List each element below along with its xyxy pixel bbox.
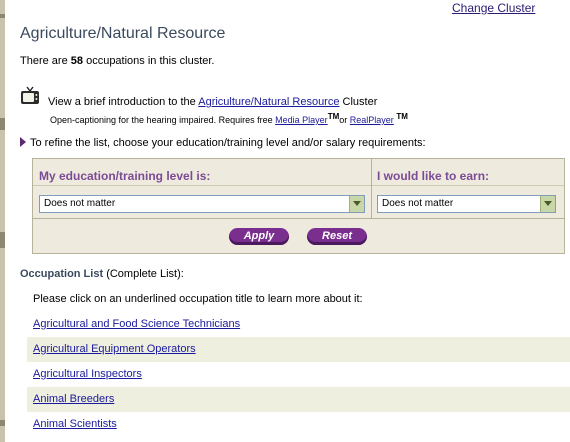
earn-select-value: Does not matter	[382, 198, 454, 209]
intro-line: View a brief introduction to the Agricul…	[48, 96, 377, 108]
trademark: TM	[327, 112, 340, 121]
divider	[33, 185, 564, 186]
divider	[33, 218, 564, 219]
occupation-list-title: Occupation List	[20, 268, 104, 280]
apply-button[interactable]: Apply	[229, 228, 289, 245]
trademark: TM	[396, 112, 408, 121]
strip-mark	[0, 14, 5, 18]
occupation-link[interactable]: Animal Breeders	[33, 393, 114, 405]
chevron-down-icon[interactable]	[349, 196, 364, 212]
earn-label: I would like to earn:	[377, 169, 490, 183]
filter-panel: My education/training level is: I would …	[32, 158, 565, 254]
left-edge-strip	[0, 0, 5, 442]
caption-prefix: Open-captioning for the hearing impaired…	[50, 115, 273, 125]
list-item: Animal Scientists	[27, 412, 570, 437]
page-title: Agriculture/Natural Resource	[20, 25, 226, 42]
count-suffix: occupations in this cluster.	[86, 55, 215, 67]
occupation-link[interactable]: Agricultural and Food Science Technician…	[33, 318, 240, 330]
education-select[interactable]: Does not matter	[39, 195, 365, 213]
earn-select[interactable]: Does not matter	[377, 195, 556, 213]
arrow-right-icon	[20, 137, 26, 147]
divider	[371, 159, 372, 218]
tv-icon[interactable]	[20, 86, 40, 106]
occupation-link[interactable]: Animal Scientists	[33, 418, 117, 430]
education-select-value: Does not matter	[44, 198, 116, 209]
count-number: 58	[70, 55, 84, 67]
list-item: Agricultural and Food Science Technician…	[27, 312, 570, 337]
cluster-intro-link[interactable]: Agriculture/Natural Resource	[198, 96, 339, 108]
strip-mark	[0, 232, 5, 248]
count-prefix: There are	[20, 55, 68, 67]
change-cluster-link[interactable]: Change Cluster	[452, 1, 535, 15]
occupation-list-heading: Occupation List (Complete List):	[20, 268, 184, 280]
intro-prefix: View a brief introduction to the	[48, 96, 196, 108]
list-instruction: Please click on an underlined occupation…	[33, 293, 363, 305]
refine-text: To refine the list, choose your educatio…	[30, 137, 426, 149]
caption-or: or	[339, 115, 348, 125]
realplayer-link[interactable]: RealPlayer	[350, 115, 394, 125]
occupation-link[interactable]: Agricultural Equipment Operators	[33, 343, 196, 355]
occupation-list-suffix: (Complete List):	[106, 268, 184, 280]
intro-suffix: Cluster	[342, 96, 378, 108]
list-item: Agricultural Inspectors	[27, 362, 570, 387]
reset-button[interactable]: Reset	[307, 228, 367, 245]
strip-mark	[0, 420, 5, 426]
list-item: Animal Breeders	[27, 387, 570, 412]
media-player-link[interactable]: Media Player	[275, 115, 328, 125]
caption-note: Open-captioning for the hearing impaired…	[50, 112, 408, 125]
strip-mark	[0, 118, 5, 130]
refine-instruction: To refine the list, choose your educatio…	[20, 137, 426, 149]
chevron-down-icon[interactable]	[540, 196, 555, 212]
occupation-list: Agricultural and Food Science Technician…	[27, 312, 570, 437]
occupation-link[interactable]: Agricultural Inspectors	[33, 368, 142, 380]
education-label: My education/training level is:	[39, 169, 211, 183]
occupation-count: There are 58 occupations in this cluster…	[20, 55, 214, 67]
list-item: Agricultural Equipment Operators	[27, 337, 570, 362]
